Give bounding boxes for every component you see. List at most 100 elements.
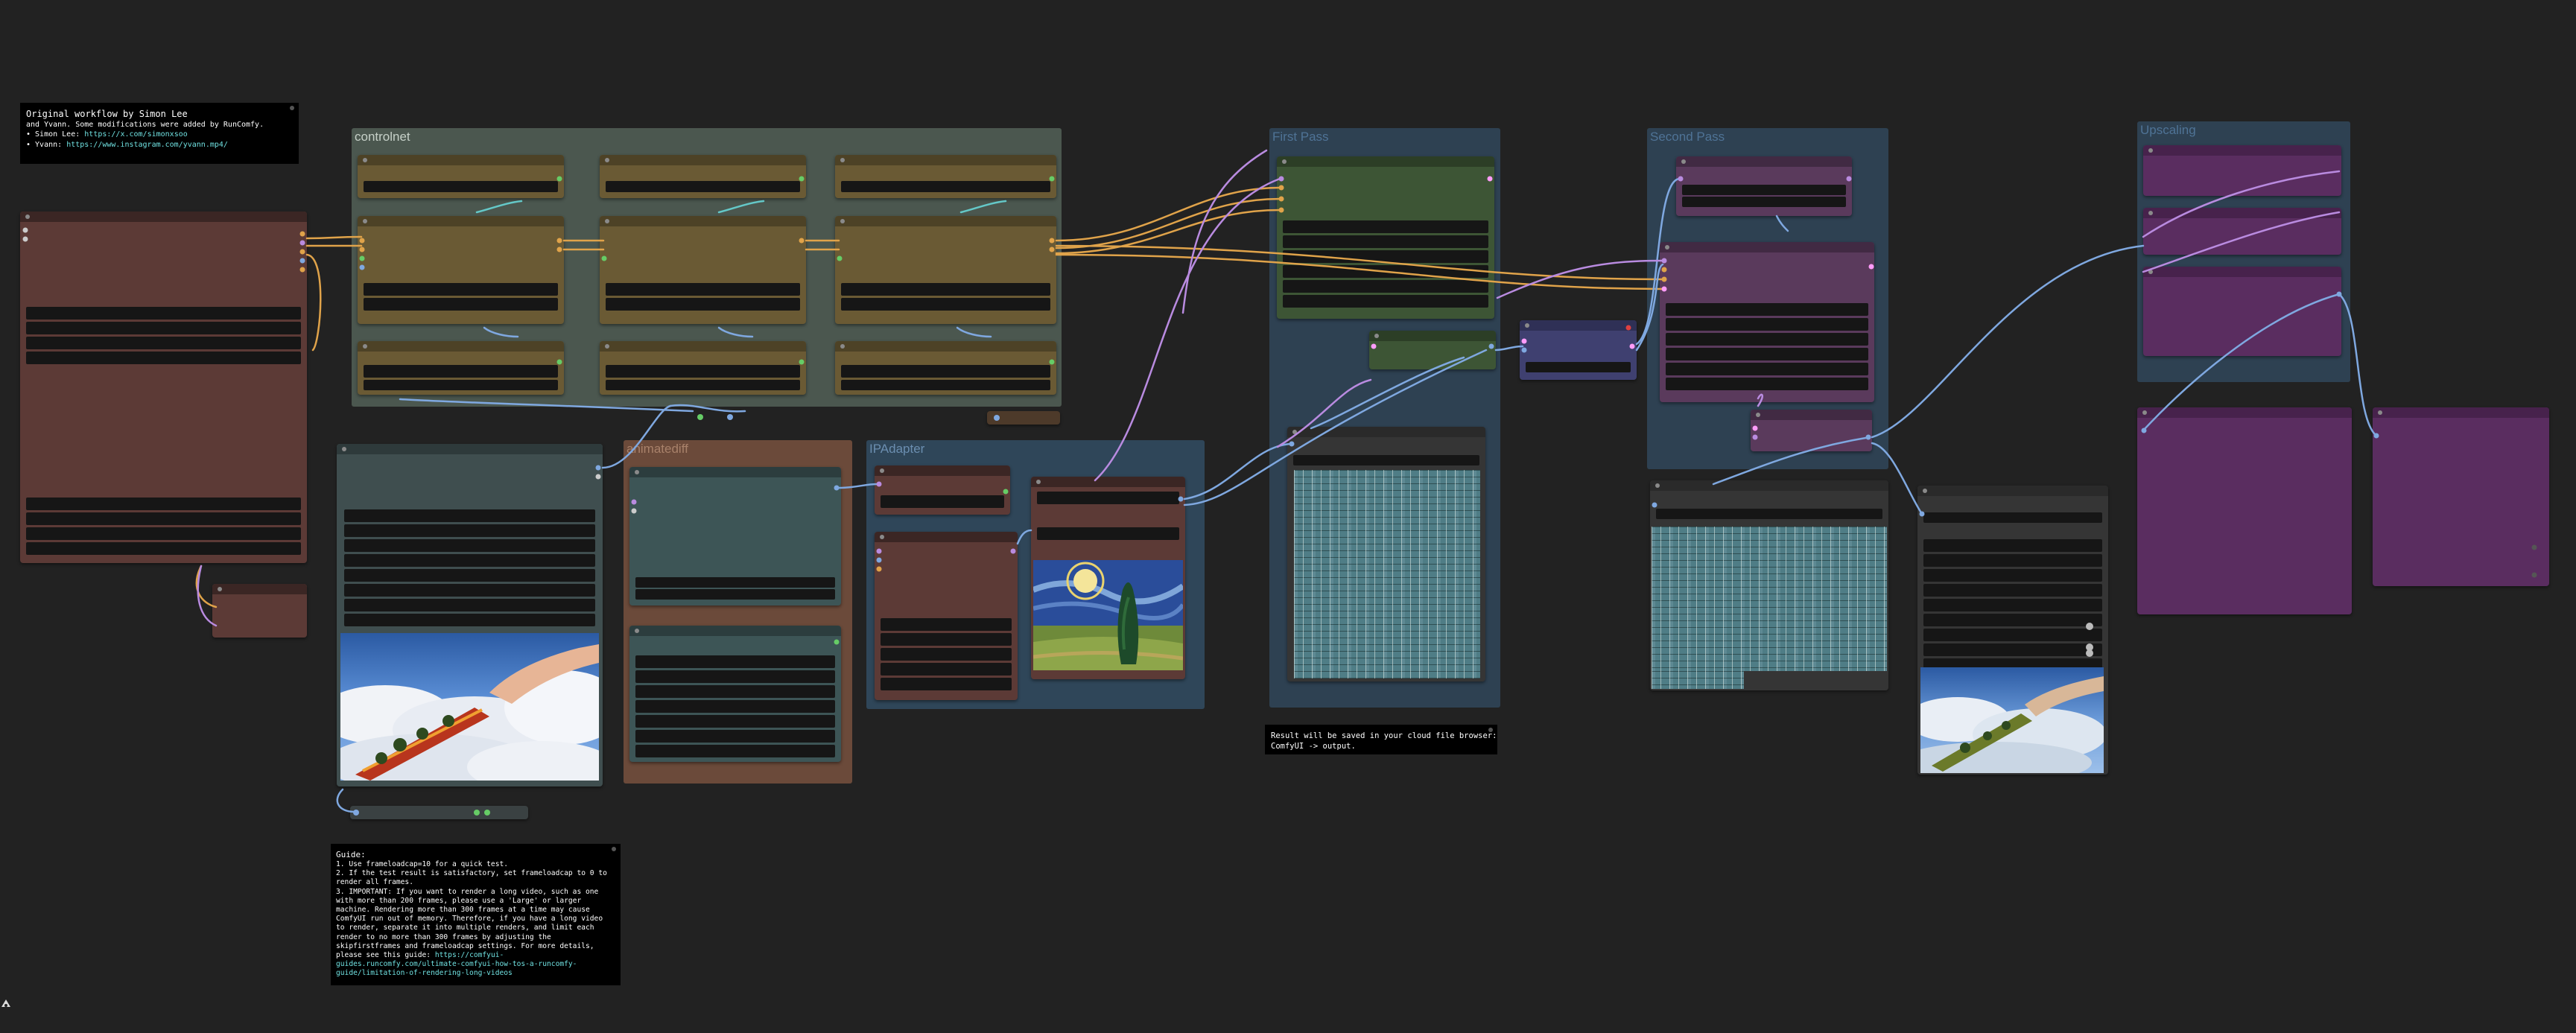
comfy-logo-icon[interactable]	[0, 997, 12, 1009]
collapse-dot-icon[interactable]	[635, 470, 639, 474]
collapse-dot-icon[interactable]	[880, 468, 884, 473]
collapse-dot-icon[interactable]	[2148, 211, 2153, 215]
small-loader-node[interactable]	[212, 584, 307, 638]
widget-field[interactable]	[635, 670, 835, 683]
collapse-dot-icon[interactable]	[612, 847, 616, 851]
collapse-dot-icon[interactable]	[880, 535, 884, 539]
widget-field[interactable]	[364, 181, 558, 192]
widget-field[interactable]	[1682, 185, 1846, 195]
collapse-dot-icon[interactable]	[840, 219, 845, 223]
reroute-node[interactable]	[987, 411, 1060, 425]
preview-node[interactable]	[1917, 486, 2108, 775]
node-header[interactable]	[600, 155, 806, 165]
widget-field[interactable]	[841, 365, 1050, 378]
node-header[interactable]	[358, 216, 564, 226]
widget-field[interactable]	[1923, 614, 2102, 626]
widget-field[interactable]	[1923, 554, 2102, 567]
widget-field[interactable]	[1923, 569, 2102, 582]
node-header[interactable]	[1369, 331, 1496, 341]
widget-field[interactable]	[841, 283, 1050, 296]
widget-field[interactable]	[1656, 509, 1882, 519]
node-header[interactable]	[2143, 208, 2341, 218]
collapse-dot-icon[interactable]	[605, 158, 609, 162]
widget-field[interactable]	[635, 745, 835, 757]
guide-link[interactable]: https://comfyui-	[435, 951, 504, 959]
widget-field[interactable]	[1923, 643, 2102, 656]
controlnet-preprocessor-node[interactable]	[835, 155, 1056, 198]
collapse-dot-icon[interactable]	[840, 158, 845, 162]
widget-field[interactable]	[344, 599, 595, 611]
widget-field[interactable]	[26, 337, 301, 349]
upscale-node[interactable]	[2143, 145, 2341, 196]
node-header[interactable]	[358, 155, 564, 165]
widget-field[interactable]	[1283, 280, 1488, 293]
collapse-dot-icon[interactable]	[363, 219, 367, 223]
collapse-dot-icon[interactable]	[1282, 159, 1287, 164]
node-header[interactable]	[2143, 145, 2341, 156]
yvann-link[interactable]: https://www.instagram.com/yvann.mp4/	[66, 141, 228, 149]
widget-field[interactable]	[344, 554, 595, 567]
widget-field[interactable]	[606, 283, 800, 296]
guide-link[interactable]: guide/limitation-of-rendering-long-video…	[336, 969, 615, 978]
widget-field[interactable]	[881, 648, 1012, 661]
node-header[interactable]	[2373, 407, 2549, 418]
output-note[interactable]: Result will be saved in your cloud file …	[1265, 725, 1497, 754]
widget-field[interactable]	[344, 539, 595, 552]
widget-field[interactable]	[1037, 492, 1179, 504]
widget-field[interactable]	[841, 380, 1050, 390]
widget-field[interactable]	[1283, 295, 1488, 308]
widget-field[interactable]	[26, 307, 301, 320]
node-header[interactable]	[1676, 156, 1852, 167]
widget-field[interactable]	[26, 352, 301, 364]
widget-field[interactable]	[606, 380, 800, 390]
controlnet-preprocessor-node[interactable]	[600, 155, 806, 198]
widget-field[interactable]	[1666, 378, 1868, 390]
widget-field[interactable]	[841, 298, 1050, 311]
toggle-icon[interactable]	[2086, 649, 2093, 657]
node-header[interactable]	[600, 341, 806, 352]
vae-decode-second-node[interactable]	[1751, 410, 1872, 451]
collapse-dot-icon[interactable]	[1488, 728, 1493, 732]
upscale-node[interactable]	[2143, 267, 2341, 356]
widget-field[interactable]	[1293, 455, 1479, 465]
controlnet-loader-node[interactable]	[835, 341, 1056, 395]
widget-field[interactable]	[26, 498, 301, 510]
ipadapter-apply-node[interactable]	[875, 532, 1018, 700]
widget-field[interactable]	[635, 589, 835, 600]
node-header[interactable]	[875, 465, 1010, 476]
widget-field[interactable]	[881, 495, 1004, 508]
widget-field[interactable]	[1923, 512, 2102, 523]
collapse-dot-icon[interactable]	[2148, 270, 2153, 274]
node-header[interactable]	[875, 532, 1018, 542]
guide-note[interactable]: Guide: 1. Use frameloadcap=10 for a quic…	[331, 844, 621, 985]
collapse-dot-icon[interactable]	[2378, 410, 2382, 415]
widget-field[interactable]	[1923, 599, 2102, 611]
widget-field[interactable]	[635, 715, 835, 728]
widget-field[interactable]	[26, 527, 301, 540]
widget-field[interactable]	[364, 298, 558, 311]
widget-field[interactable]	[881, 663, 1012, 676]
widget-field[interactable]	[344, 509, 595, 522]
collapse-dot-icon[interactable]	[2148, 148, 2153, 153]
widget-field[interactable]	[344, 524, 595, 537]
widget-field[interactable]	[606, 181, 800, 192]
node-header[interactable]	[1277, 156, 1494, 167]
collapse-dot-icon[interactable]	[1292, 430, 1297, 434]
widget-field[interactable]	[1283, 235, 1488, 248]
widget-field[interactable]	[881, 618, 1012, 631]
widget-field[interactable]	[635, 577, 835, 588]
widget-field[interactable]	[1923, 539, 2102, 552]
node-header[interactable]	[358, 341, 564, 352]
video-combine-second-node[interactable]	[1650, 480, 1888, 690]
node-header[interactable]	[20, 212, 307, 222]
widget-field[interactable]	[881, 633, 1012, 646]
collapse-dot-icon[interactable]	[605, 219, 609, 223]
model-loader-node[interactable]	[20, 212, 307, 563]
node-header[interactable]	[835, 341, 1056, 352]
vae-decode-node[interactable]	[1369, 331, 1496, 369]
widget-field[interactable]	[635, 730, 835, 743]
node-header[interactable]	[835, 155, 1056, 165]
widget-field[interactable]	[881, 678, 1012, 690]
widget-field[interactable]	[1283, 265, 1488, 278]
node-header[interactable]	[337, 444, 603, 454]
